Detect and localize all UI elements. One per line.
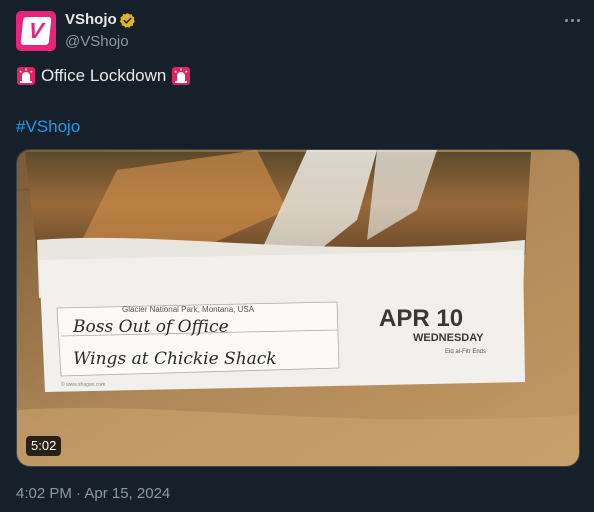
calendar-holiday: Eid al-Fitr Ends [445,349,486,355]
siren-icon [172,67,191,85]
verified-badge-icon [119,13,135,28]
display-name[interactable]: VShojo [65,11,117,28]
handle[interactable]: @VShojo [65,33,129,50]
avatar-logo-letter: V [27,18,45,43]
avatar[interactable]: V [16,11,56,51]
video-frame: Glacier National Park, Montana, USA APR … [17,150,579,466]
video-player[interactable]: Glacier National Park, Montana, USA APR … [16,149,580,467]
video-duration-badge: 5:02 [26,436,62,456]
calendar-location: Glacier National Park, Montana, USA [122,305,255,314]
tweet-text-content: Office Lockdown [41,66,167,85]
calendar-note-line-1: Boss Out of Office [72,317,229,337]
calendar-credit: © www.shagan.com [61,381,105,388]
more-icon[interactable] [562,12,582,28]
siren-icon [17,67,35,85]
tweet-text: Office Lockdown [16,66,191,86]
calendar-note-line-2: Wings at Chickie Shack [73,349,277,369]
calendar-date: APR 10 [379,305,463,332]
avatar-logo: V [20,17,52,45]
tweet-timestamp[interactable]: 4:02 PM · Apr 15, 2024 [16,485,170,502]
calendar-weekday: WEDNESDAY [413,332,484,344]
hashtag-link[interactable]: #VShojo [16,117,80,137]
